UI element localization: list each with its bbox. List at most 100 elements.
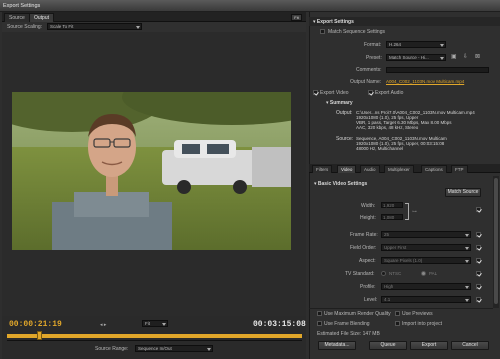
export-settings-header[interactable]: ▾ Export Settings	[309, 17, 500, 26]
ntsc-radio[interactable]	[381, 271, 386, 276]
use-previews-checkbox[interactable]	[395, 311, 400, 316]
source-range-label: Source Range:	[95, 346, 129, 352]
profile-dropdown[interactable]: High	[381, 283, 471, 290]
tab-ftp[interactable]: FTP	[451, 165, 468, 173]
summary-output-line: AAC, 320 kbps, 48 kHz, Stereo	[356, 125, 419, 130]
source-scaling-dropdown[interactable]: Scale To Fit	[47, 23, 142, 30]
import-into-project-label: Import into project	[402, 321, 443, 327]
tab-source[interactable]: Source	[4, 13, 30, 22]
summary-header[interactable]: ▾ Summary	[326, 100, 353, 106]
comments-label: Comments:	[356, 67, 382, 73]
export-button[interactable]: Export	[410, 341, 448, 350]
zoom-dropdown[interactable]: Fit	[142, 320, 168, 327]
aspect-label: Aspect:	[359, 258, 376, 264]
aspect-checkbox[interactable]	[476, 258, 481, 263]
match-source-button[interactable]: Match Source	[445, 188, 481, 197]
summary-source-line: 48000 Hz, Multichannel	[356, 146, 404, 151]
title-bar: Export Settings	[0, 0, 500, 12]
comments-input[interactable]	[386, 67, 489, 73]
tv-standard-label: TV Standard:	[345, 271, 375, 277]
match-sequence-checkbox[interactable]	[320, 29, 325, 34]
match-sequence-label: Match Sequence Settings	[328, 29, 385, 35]
timeline-area: 00:00:21:19 ◂ ▸ Fit 00:03:15:08 Source R…	[2, 316, 306, 359]
width-value: 1,920	[383, 203, 395, 208]
height-input[interactable]: 1,080	[381, 214, 403, 220]
scrollbar-thumb[interactable]	[494, 178, 498, 304]
delete-preset-icon[interactable]: ⊠	[475, 53, 480, 60]
import-preset-icon[interactable]: ⇩	[463, 53, 468, 60]
pal-radio[interactable]	[421, 271, 426, 276]
chevron-down-icon	[136, 26, 140, 29]
tab-output[interactable]: Output	[29, 13, 55, 22]
import-into-project-checkbox[interactable]	[395, 321, 400, 326]
nav-arrows-icon[interactable]: ◂ ▸	[100, 322, 106, 328]
end-timecode: 00:03:15:08	[253, 320, 306, 329]
source-scaling-value: Scale To Fit	[50, 24, 74, 29]
basic-video-header[interactable]: ▾ Basic Video Settings	[314, 181, 367, 187]
tab-captions[interactable]: Captions	[421, 165, 447, 173]
export-audio-label: Export Audio	[375, 90, 404, 96]
work-area-bar[interactable]	[7, 334, 302, 338]
chevron-down-icon	[440, 44, 444, 47]
frame-blending-label: Use Frame Blending	[324, 321, 370, 327]
queue-button[interactable]: Queue	[369, 341, 407, 350]
frame-rate-checkbox[interactable]	[476, 232, 481, 237]
tab-audio[interactable]: Audio	[360, 165, 380, 173]
tab-filters[interactable]: Filters	[312, 165, 333, 173]
max-render-quality-checkbox[interactable]	[317, 311, 322, 316]
time-ruler	[7, 340, 302, 341]
summary-output-label: Output:	[336, 110, 353, 116]
ntsc-label: NTSC	[389, 271, 402, 276]
width-input[interactable]: 1,920	[381, 202, 403, 208]
tab-multiplexer[interactable]: Multiplexer	[384, 165, 414, 173]
format-value: H.264	[389, 42, 402, 47]
playhead-handle[interactable]	[37, 331, 43, 340]
video-frame-image	[12, 92, 291, 250]
level-checkbox[interactable]	[476, 297, 481, 302]
field-order-dropdown[interactable]: Upper First	[381, 244, 471, 251]
field-order-checkbox[interactable]	[476, 245, 481, 250]
frame-rate-dropdown[interactable]: 25	[381, 231, 471, 238]
profile-label: Profile:	[360, 284, 376, 290]
level-dropdown[interactable]: 4.1	[381, 296, 471, 303]
chevron-down-icon	[207, 348, 211, 351]
max-render-quality-label: Use Maximum Render Quality	[324, 311, 391, 317]
output-name-label: Output Name:	[350, 79, 382, 85]
format-dropdown[interactable]: H.264	[386, 41, 446, 48]
source-scaling-label: Source Scaling:	[7, 24, 43, 30]
frame-blending-checkbox[interactable]	[317, 321, 322, 326]
export-audio-checkbox[interactable]	[368, 90, 373, 95]
source-range-dropdown[interactable]: Sequence In/Out	[135, 345, 213, 352]
width-label: Width:	[361, 203, 376, 209]
source-range-value: Sequence In/Out	[138, 346, 172, 351]
frame-rate-value: 25	[384, 232, 390, 237]
window-title: Export Settings	[3, 3, 41, 9]
field-order-label: Field Order:	[350, 245, 377, 251]
preset-value: Match Source - Hi...	[389, 55, 429, 60]
cancel-button[interactable]: Cancel	[451, 341, 489, 350]
estimated-file-size: Estimated File Size: 147 MB	[317, 331, 380, 337]
chain-link-icon[interactable]: ⊶	[412, 209, 417, 215]
export-video-checkbox[interactable]	[313, 90, 318, 95]
fit-button[interactable]: Fit	[291, 14, 302, 21]
settings-scrollbar[interactable]	[493, 176, 499, 308]
width-height-match-checkbox[interactable]	[476, 207, 481, 212]
tv-standard-checkbox[interactable]	[476, 271, 481, 276]
format-label: Format:	[364, 42, 382, 48]
height-value: 1,080	[383, 215, 395, 220]
aspect-dropdown[interactable]: Square Pixels (1.0)	[381, 257, 471, 264]
chevron-down-icon	[162, 323, 166, 326]
tab-video[interactable]: Video	[337, 165, 357, 173]
profile-checkbox[interactable]	[476, 284, 481, 289]
summary-title: Summary	[329, 100, 353, 106]
preset-dropdown[interactable]: Match Source - Hi...	[386, 54, 446, 61]
metadata-button[interactable]: Metadata...	[318, 341, 356, 350]
save-preset-icon[interactable]: ▣	[451, 53, 457, 60]
summary-source-lines: Sequence, A004_C002_1103N.mov Multicam 1…	[356, 136, 492, 151]
field-order-value: Upper First	[384, 245, 407, 250]
pal-label: PAL	[429, 271, 438, 276]
settings-tabs: Filters Video Audio Multiplexer Captions…	[309, 164, 500, 173]
use-previews-label: Use Previews	[402, 311, 433, 317]
output-name-link[interactable]: A004_C002_1103N.mov Multicam.mp4	[386, 79, 464, 84]
current-timecode[interactable]: 00:00:21:19	[9, 320, 62, 329]
